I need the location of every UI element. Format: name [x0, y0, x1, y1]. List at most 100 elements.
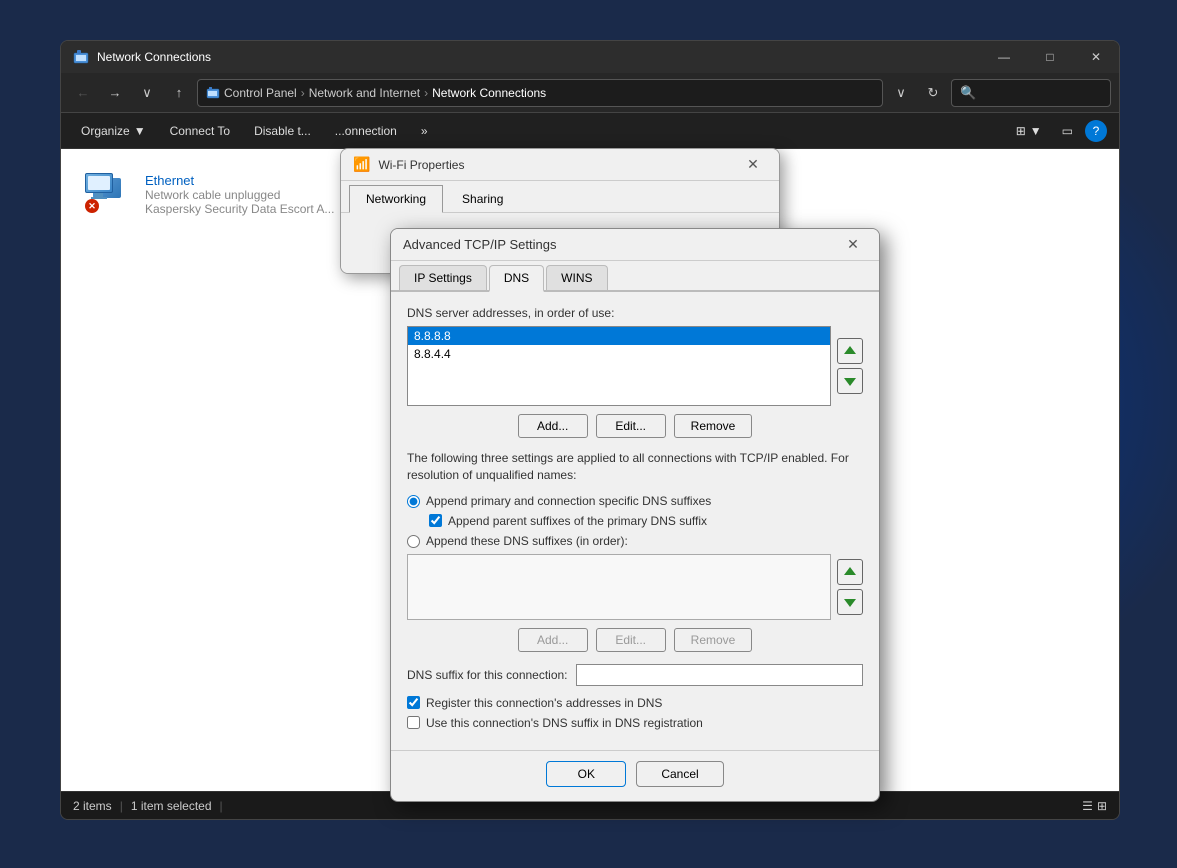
parent-suffix-label: Append parent suffixes of the primary DN…: [448, 514, 707, 528]
adv-tab-ip-label: IP Settings: [414, 271, 472, 285]
ok-button[interactable]: OK: [546, 761, 626, 787]
suffix-add-button[interactable]: Add...: [518, 628, 588, 652]
append-primary-label: Append primary and connection specific D…: [426, 494, 711, 508]
checkbox-register-dns: Register this connection's addresses in …: [407, 696, 863, 710]
dns-section-label: DNS server addresses, in order of use:: [407, 306, 863, 320]
append-these-radio[interactable]: [407, 535, 420, 548]
connect-to-label: Connect To: [170, 124, 231, 138]
path-sep-2: ›: [424, 86, 428, 100]
wifi-tab-networking[interactable]: Networking: [349, 185, 443, 213]
wifi-title-bar: 📶 Wi-Fi Properties ✕: [341, 149, 779, 181]
info-text: The following three settings are applied…: [407, 450, 863, 484]
address-path[interactable]: Control Panel › Network and Internet › N…: [197, 79, 883, 107]
down-arrow-icon: [843, 374, 857, 388]
suffix-remove-button[interactable]: Remove: [674, 628, 753, 652]
radio-append-these: Append these DNS suffixes (in order):: [407, 534, 863, 548]
suffix-action-buttons: Add... Edit... Remove: [407, 628, 863, 652]
use-suffix-label: Use this connection's DNS suffix in DNS …: [426, 716, 703, 730]
dns-entry-2[interactable]: 8.8.4.4: [408, 345, 830, 363]
item-count: 2 items: [73, 799, 112, 813]
search-box[interactable]: 🔍: [951, 79, 1111, 107]
suffix-move-up-button[interactable]: [837, 559, 863, 585]
wifi-close-button[interactable]: ✕: [739, 154, 767, 176]
view-arrow: ▼: [1030, 124, 1042, 138]
disable-label: Disable t...: [254, 124, 311, 138]
append-these-label: Append these DNS suffixes (in order):: [426, 534, 628, 548]
dns-suffix-label: DNS suffix for this connection:: [407, 668, 568, 682]
back-button[interactable]: ←: [69, 79, 97, 107]
wifi-tabs: Networking Sharing: [341, 181, 779, 213]
status-separator-1: |: [120, 799, 123, 813]
ethernet-icon: ✕: [85, 173, 133, 213]
dns-list[interactable]: 8.8.8.8 8.8.4.4: [407, 326, 831, 406]
adv-tab-wins-label: WINS: [561, 271, 592, 285]
use-suffix-checkbox[interactable]: [407, 716, 420, 729]
path-segment-3: Network Connections: [432, 86, 546, 100]
minimize-button[interactable]: —: [981, 41, 1027, 73]
parent-suffix-checkbox[interactable]: [429, 514, 442, 527]
disable-button[interactable]: Disable t...: [246, 120, 319, 142]
view-options-button[interactable]: ⊞ ▼: [1008, 120, 1050, 142]
dropdown-button[interactable]: ∨: [133, 79, 161, 107]
status-separator-2: |: [220, 799, 223, 813]
up-button[interactable]: ↑: [165, 79, 193, 107]
dns-action-buttons: Add... Edit... Remove: [407, 414, 863, 438]
suffix-down-arrow-icon: [843, 595, 857, 609]
suffix-list-container: [407, 554, 863, 620]
adv-tab-wins[interactable]: WINS: [546, 265, 607, 290]
search-icon: 🔍: [960, 85, 976, 101]
toolbar: Organize ▼ Connect To Disable t... ...on…: [61, 113, 1119, 149]
path-dropdown-button[interactable]: ∨: [887, 79, 915, 107]
path-segment-1: Control Panel: [224, 86, 297, 100]
comp-front: [85, 173, 113, 193]
append-primary-radio[interactable]: [407, 495, 420, 508]
help-button[interactable]: ?: [1085, 120, 1107, 142]
organize-arrow: ▼: [134, 124, 146, 138]
more-label: »: [421, 124, 428, 138]
adv-tab-dns[interactable]: DNS: [489, 265, 544, 292]
dns-list-container: 8.8.8.8 8.8.4.4: [407, 326, 863, 406]
maximize-button[interactable]: □: [1027, 41, 1073, 73]
pane-toggle-button[interactable]: ▭: [1054, 120, 1081, 142]
suffix-list[interactable]: [407, 554, 831, 620]
dns-list-arrows: [837, 326, 863, 406]
radio-append-primary: Append primary and connection specific D…: [407, 494, 863, 508]
refresh-button[interactable]: ↻: [919, 79, 947, 107]
view-grid-button[interactable]: ⊞: [1097, 799, 1107, 813]
wifi-tab-sharing[interactable]: Sharing: [445, 185, 520, 212]
address-bar: ← → ∨ ↑ Control Panel › Network and Inte…: [61, 73, 1119, 113]
title-bar-text: Network Connections: [97, 50, 1107, 64]
connection-button[interactable]: ...onnection: [327, 120, 405, 142]
cancel-button[interactable]: Cancel: [636, 761, 723, 787]
register-dns-checkbox[interactable]: [407, 696, 420, 709]
more-button[interactable]: »: [413, 120, 436, 142]
view-list-button[interactable]: ☰: [1082, 799, 1093, 813]
dns-entry-1[interactable]: 8.8.8.8: [408, 327, 830, 345]
up-arrow-icon: [843, 344, 857, 358]
connect-to-button[interactable]: Connect To: [162, 120, 239, 142]
adv-title-text: Advanced TCP/IP Settings: [403, 237, 839, 252]
help-icon: ?: [1093, 124, 1100, 138]
suffix-move-down-button[interactable]: [837, 589, 863, 615]
adv-close-button[interactable]: ✕: [839, 234, 867, 256]
suffix-edit-button[interactable]: Edit...: [596, 628, 666, 652]
dns-add-button[interactable]: Add...: [518, 414, 588, 438]
dns-move-down-button[interactable]: [837, 368, 863, 394]
dns-move-up-button[interactable]: [837, 338, 863, 364]
adv-tabs: IP Settings DNS WINS: [391, 261, 879, 292]
organize-button[interactable]: Organize ▼: [73, 120, 154, 142]
dns-suffix-row: DNS suffix for this connection:: [407, 664, 863, 686]
dns-edit-button[interactable]: Edit...: [596, 414, 666, 438]
path-sep-1: ›: [301, 86, 305, 100]
dns-suffix-input[interactable]: [576, 664, 863, 686]
wifi-tab-sharing-label: Sharing: [462, 192, 503, 206]
comp-screen: [88, 176, 110, 190]
forward-button[interactable]: →: [101, 79, 129, 107]
wifi-title-icon: 📶: [353, 156, 370, 173]
close-button[interactable]: ✕: [1073, 41, 1119, 73]
dns-remove-button[interactable]: Remove: [674, 414, 753, 438]
wifi-title-text: Wi-Fi Properties: [378, 158, 739, 172]
pane-toggle-icon: ▭: [1062, 124, 1073, 138]
view-grid-icon: ⊞: [1016, 124, 1026, 138]
adv-tab-ip[interactable]: IP Settings: [399, 265, 487, 290]
